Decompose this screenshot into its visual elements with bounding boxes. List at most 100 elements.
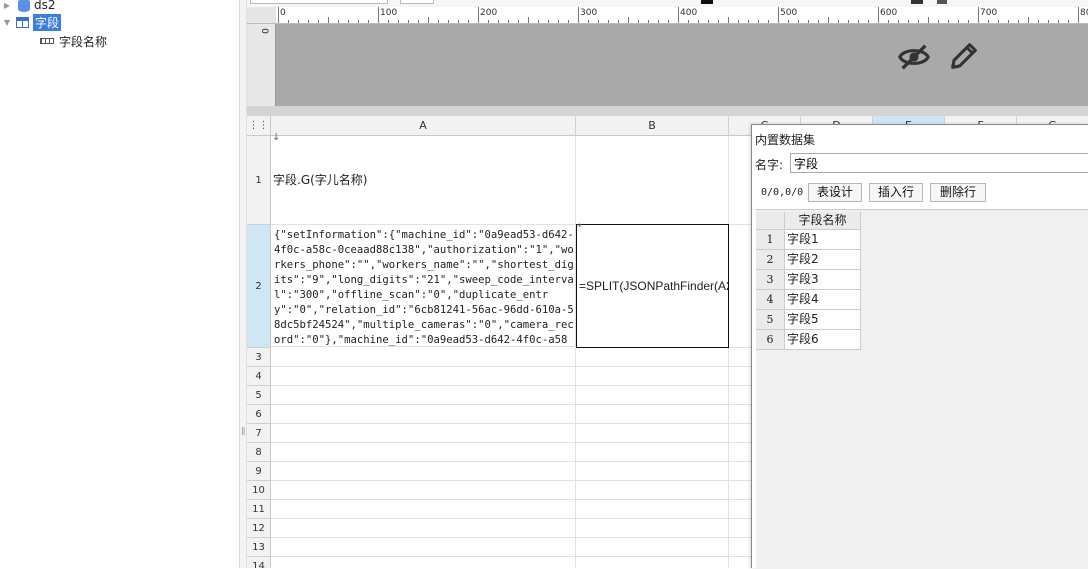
grid-cell[interactable] xyxy=(576,500,729,519)
grid-cell[interactable] xyxy=(271,386,576,405)
grid-row-value[interactable]: 字段3 xyxy=(785,270,861,290)
field-icon xyxy=(40,38,54,44)
grid-cell[interactable] xyxy=(271,405,576,424)
row-header-6[interactable]: 6 xyxy=(247,405,271,424)
ruler-tick xyxy=(1078,7,1079,23)
ruler-tick xyxy=(618,20,619,23)
grid-cell[interactable] xyxy=(271,538,576,557)
grid-cell[interactable] xyxy=(576,348,729,367)
ruler-tick xyxy=(528,17,529,23)
grid-row-value[interactable]: 字段1 xyxy=(785,230,861,250)
grid-cell[interactable] xyxy=(271,500,576,519)
grid-row-number[interactable]: 4 xyxy=(756,290,785,310)
border-icon[interactable] xyxy=(911,0,923,4)
ruler-tick xyxy=(278,7,279,23)
ruler-tick xyxy=(448,20,449,23)
expand-arrow-icon[interactable]: ▶ xyxy=(2,1,12,10)
row-header-3[interactable]: 3 xyxy=(247,348,271,367)
eye-off-icon[interactable] xyxy=(897,40,931,74)
grid-cell[interactable] xyxy=(576,481,729,500)
grid-row-value[interactable]: 字段5 xyxy=(785,310,861,330)
ruler-tick xyxy=(298,20,299,23)
grip-icon: || xyxy=(241,426,246,435)
grid-cell[interactable] xyxy=(576,462,729,481)
insert-row-button[interactable]: 插入行 xyxy=(869,183,923,202)
ruler-tick xyxy=(878,7,879,23)
tree-item-ds2[interactable]: ▶ ds2 xyxy=(2,0,56,13)
grid-cell[interactable] xyxy=(576,538,729,557)
ruler-tick xyxy=(638,20,639,23)
ruler-tick-label: 200 xyxy=(480,8,498,18)
font-color-icon[interactable] xyxy=(701,0,713,4)
grid-cell[interactable] xyxy=(271,481,576,500)
row-header-10[interactable]: 10 xyxy=(247,481,271,500)
grid-row-number[interactable]: 3 xyxy=(756,270,785,290)
grid-column-header[interactable]: 字段名称 xyxy=(785,212,861,230)
ruler-tick xyxy=(888,20,889,23)
font-size-select[interactable] xyxy=(400,0,434,4)
ruler-tick xyxy=(478,7,479,23)
row-header-12[interactable]: 12 xyxy=(247,519,271,538)
dataset-grid: 字段名称 1 字段1 2 字段2 3 字段3 4 字段4 5 字段5 6 字段6 xyxy=(756,209,1088,569)
tree-item-field[interactable]: 字段名称 xyxy=(40,33,107,49)
tree-item-table[interactable]: ▼ 字段 xyxy=(2,13,62,31)
cell-b2[interactable]: =SPLIT(JSONPathFinder(A2,"$.setInformati… xyxy=(576,224,729,348)
grid-cell[interactable] xyxy=(576,386,729,405)
ruler-tick xyxy=(768,20,769,23)
grid-cell[interactable] xyxy=(576,519,729,538)
cell-a1[interactable]: 字段.G(字儿名称) xyxy=(271,136,576,225)
row-header-8[interactable]: 8 xyxy=(247,443,271,462)
grid-row-number[interactable]: 1 xyxy=(756,230,785,250)
dataset-name-input[interactable] xyxy=(790,153,1088,173)
ruler-tick xyxy=(498,20,499,23)
grid-row-number[interactable]: 6 xyxy=(756,330,785,350)
select-all-corner[interactable]: ⋮⋮ xyxy=(247,116,271,136)
ruler-tick xyxy=(788,20,789,23)
layout-icon[interactable] xyxy=(937,0,947,4)
grid-cell[interactable] xyxy=(576,405,729,424)
grid-cell[interactable] xyxy=(271,348,576,367)
grid-cell[interactable] xyxy=(576,424,729,443)
row-header-11[interactable]: 11 xyxy=(247,500,271,519)
row-header-9[interactable]: 9 xyxy=(247,462,271,481)
grid-cell[interactable] xyxy=(271,367,576,386)
row-header-2[interactable]: 2 xyxy=(247,225,271,348)
grid-cell[interactable] xyxy=(271,519,576,538)
collapse-arrow-icon[interactable]: ▼ xyxy=(2,18,12,27)
ruler-tick-label: 300 xyxy=(580,8,598,18)
grid-row-number[interactable]: 5 xyxy=(756,310,785,330)
pencil-icon[interactable] xyxy=(947,39,981,73)
grid-cell[interactable] xyxy=(271,443,576,462)
grid-cell[interactable] xyxy=(576,557,729,568)
grid-cell[interactable] xyxy=(271,424,576,443)
row-header-1[interactable]: 1 xyxy=(247,136,271,225)
ruler-tick xyxy=(558,20,559,23)
ruler-tick xyxy=(838,20,839,23)
panel-splitter[interactable]: || xyxy=(240,0,247,568)
grid-cell[interactable] xyxy=(576,367,729,386)
row-header-14[interactable]: 14 xyxy=(247,557,271,568)
column-header-a[interactable]: A xyxy=(271,116,576,136)
cell-b1[interactable] xyxy=(576,136,729,225)
ruler-tick xyxy=(648,20,649,23)
row-header-5[interactable]: 5 xyxy=(247,386,271,405)
cell-a2[interactable]: {"setInformation":{"machine_id":"0a9ead5… xyxy=(271,225,576,347)
grid-row-number[interactable]: 2 xyxy=(756,250,785,270)
row-header-7[interactable]: 7 xyxy=(247,424,271,443)
grid-cell[interactable] xyxy=(271,462,576,481)
tree-item-label: 字段 xyxy=(33,13,62,31)
column-header-b[interactable]: B xyxy=(576,116,729,136)
grid-row-value[interactable]: 字段4 xyxy=(785,290,861,310)
table-icon xyxy=(16,16,29,28)
row-header-4[interactable]: 4 xyxy=(247,367,271,386)
grid-corner[interactable] xyxy=(756,212,785,230)
builtin-dataset-dialog: 内置数据集 名字: 0/0,0/0 表设计 插入行 删除行 字段名称 1字段12… xyxy=(751,124,1088,569)
table-design-button[interactable]: 表设计 xyxy=(808,183,862,202)
grid-cell[interactable] xyxy=(271,557,576,568)
font-select[interactable] xyxy=(250,0,388,4)
grid-row-value[interactable]: 字段6 xyxy=(785,330,861,350)
grid-row-value[interactable]: 字段2 xyxy=(785,250,861,270)
grid-cell[interactable] xyxy=(576,443,729,462)
delete-row-button[interactable]: 删除行 xyxy=(930,183,986,202)
row-header-13[interactable]: 13 xyxy=(247,538,271,557)
